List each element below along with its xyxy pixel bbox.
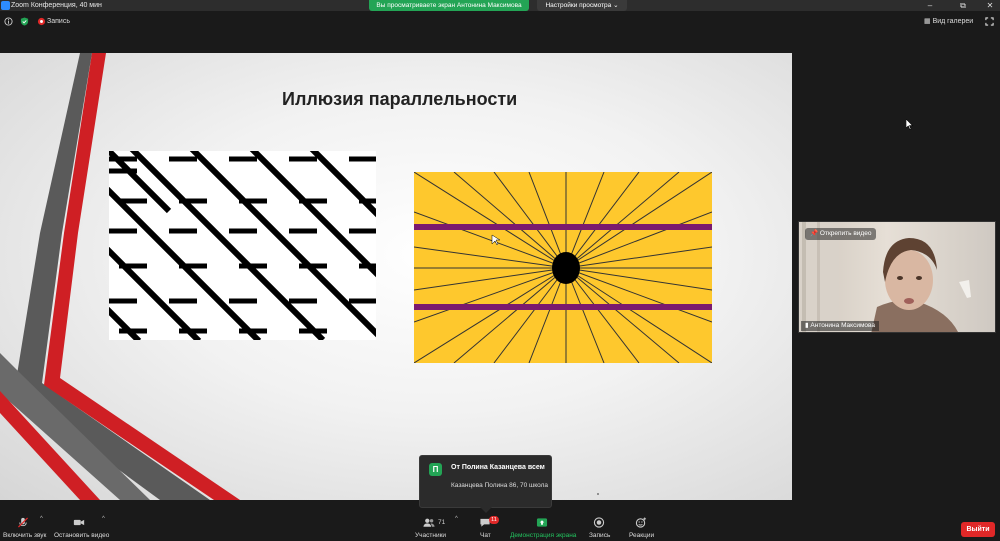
zollner-illusion-image [109, 151, 376, 340]
smiley-plus-icon [635, 517, 647, 528]
slide-title: Иллюзия параллельности [282, 89, 518, 109]
unpin-video-label: Открепить видео [819, 230, 872, 237]
gallery-view-label: Вид галереи [932, 18, 974, 25]
zoom-logo-icon [1, 1, 10, 10]
shield-icon[interactable] [20, 17, 29, 26]
audio-options-caret-icon[interactable]: ^ [40, 516, 43, 522]
chevron-down-icon: ⌄ [613, 2, 619, 9]
participant-name: Антонина Максимова [810, 322, 876, 329]
share-screen-icon [536, 518, 548, 527]
record-icon [593, 517, 605, 528]
recording-label: Запись [47, 18, 70, 25]
record-label: Запись [589, 532, 611, 539]
chat-unread-badge: 11 [489, 516, 499, 524]
chat-label: Чат [480, 532, 491, 539]
pin-icon: 📌 [810, 230, 819, 237]
record-button[interactable]: Запись [586, 514, 614, 541]
shared-screen-slide: Иллюзия параллельности [0, 53, 792, 500]
share-screen-button[interactable]: Демонстрация экрана [506, 514, 578, 541]
window-title-bar: Zoom Конференция, 40 мин Вы просматривае… [0, 0, 1000, 11]
meeting-toolbar: Включить звук ^ Остановить видео ^ Участ… [0, 514, 1000, 541]
hering-illusion-image [414, 172, 712, 363]
meeting-info-icon[interactable] [4, 17, 13, 26]
share-screen-label: Демонстрация экрана [510, 532, 577, 539]
slide-dot [597, 493, 599, 495]
microphone-muted-icon [17, 517, 29, 528]
fullscreen-icon[interactable] [985, 17, 994, 26]
minimize-icon[interactable]: – [920, 0, 940, 11]
unpin-video-button[interactable]: 📌 Открепить видео [805, 228, 877, 240]
close-icon[interactable]: ✕ [980, 0, 1000, 11]
video-camera-icon [73, 519, 85, 526]
participants-count: 71 [438, 519, 446, 526]
gallery-grid-icon: ▦ [924, 18, 931, 25]
restore-icon[interactable]: ⧉ [953, 0, 973, 11]
reactions-button[interactable]: Реакции [626, 514, 656, 541]
unmute-label: Включить звук [3, 532, 47, 539]
leave-meeting-button[interactable]: Выйти [961, 522, 995, 537]
reactions-label: Реакции [629, 532, 655, 539]
meeting-info-bar: Запись ▦ Вид галереи [0, 11, 1000, 32]
participants-button[interactable]: Участники [412, 514, 452, 541]
chat-avatar: П [429, 463, 442, 476]
mouse-cursor-icon [906, 119, 914, 130]
recording-icon [37, 17, 46, 26]
participants-caret-icon[interactable]: ^ [455, 516, 458, 522]
view-options-label: Настройки просмотра [545, 2, 612, 9]
self-video-tile[interactable]: 📌 Открепить видео ▮ Антонина Максимова [798, 221, 996, 333]
participants-label: Участники [415, 532, 447, 539]
participant-name-tag: ▮ Антонина Максимова [801, 321, 880, 331]
participants-icon [423, 518, 435, 527]
gallery-view-button[interactable]: ▦ Вид галереи [924, 15, 973, 28]
stop-video-label: Остановить видео [54, 532, 110, 539]
view-options-button[interactable]: Настройки просмотра ⌄ [537, 0, 627, 11]
share-banner: Вы просматриваете экран Антонина Максимо… [369, 0, 529, 11]
stop-video-button[interactable]: Остановить видео [52, 514, 110, 541]
video-options-caret-icon[interactable]: ^ [102, 516, 105, 522]
chat-sender: От Полина Казанцева всем [451, 464, 545, 471]
chat-message: Казанцева Полина 86, 70 школа [451, 482, 549, 489]
chat-notification[interactable]: П От Полина Казанцева всем Казанцева Пол… [419, 455, 552, 513]
window-title: Zoom Конференция, 40 мин [11, 2, 102, 9]
signal-strength-icon: ▮ [805, 322, 809, 329]
